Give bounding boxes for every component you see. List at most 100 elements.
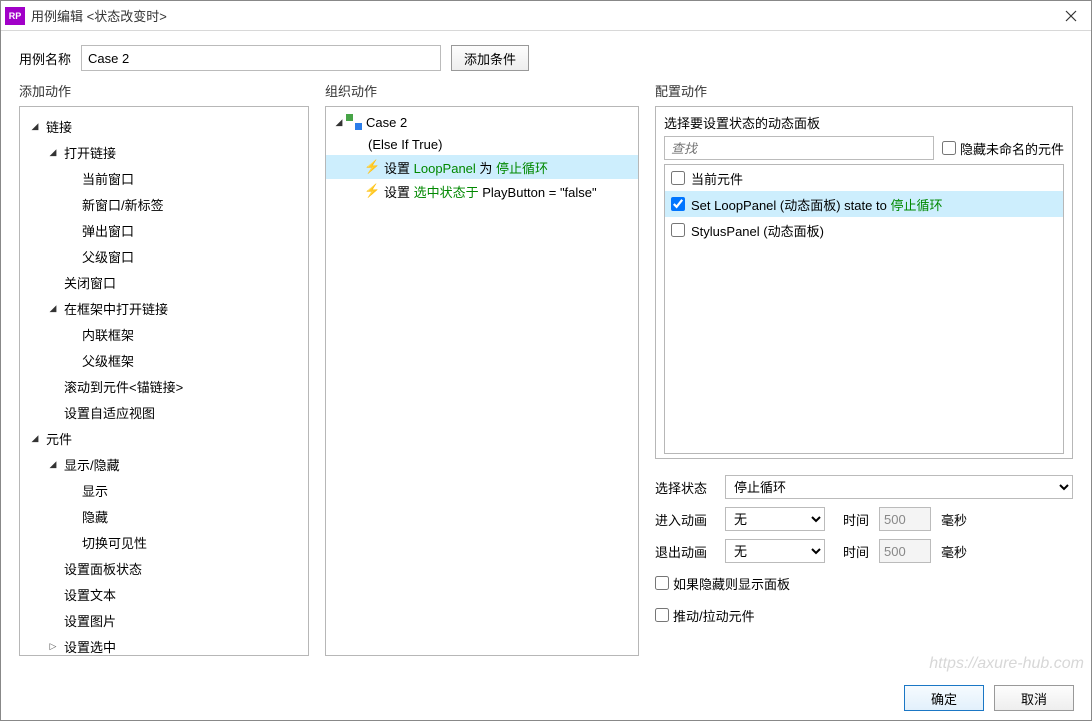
case-name-input[interactable] <box>81 45 441 71</box>
tree-item-label: 链接 <box>46 117 72 136</box>
tree-item[interactable]: 设置图片 <box>20 607 308 633</box>
tree-item[interactable]: 链接 <box>20 113 308 139</box>
tree-item-label: 关闭窗口 <box>64 273 116 292</box>
select-state-label: 选择状态 <box>655 478 715 497</box>
twisty-icon[interactable] <box>46 459 60 470</box>
tree-item[interactable]: 设置面板状态 <box>20 555 308 581</box>
case-action[interactable]: ⚡设置 选中状态于 PlayButton = "false" <box>326 179 638 203</box>
twisty-icon[interactable] <box>46 641 60 652</box>
panel-checkbox[interactable] <box>671 223 685 237</box>
case-condition: (Else If True) <box>326 133 638 155</box>
case-tree-panel: Case 2 (Else If True) ⚡设置 LoopPanel 为 停止… <box>325 106 639 656</box>
cancel-button[interactable]: 取消 <box>994 685 1074 711</box>
close-icon <box>1065 10 1077 22</box>
show-if-hidden-checkbox[interactable]: 如果隐藏则显示面板 <box>655 574 790 593</box>
configure-upper: 选择要设置状态的动态面板 隐藏未命名的元件 当前元件 Set LoopPanel … <box>655 106 1073 459</box>
time-out-input[interactable] <box>879 539 931 563</box>
panel-checkbox[interactable] <box>671 171 685 185</box>
tree-item-label: 设置自适应视图 <box>64 403 155 422</box>
twisty-icon[interactable] <box>46 147 60 158</box>
case-node[interactable]: Case 2 <box>326 111 638 133</box>
tree-item-label: 父级框架 <box>82 351 134 370</box>
search-input[interactable] <box>664 136 934 160</box>
tree-item-label: 打开链接 <box>64 143 116 162</box>
tree-item[interactable]: 关闭窗口 <box>20 269 308 295</box>
twisty-icon[interactable] <box>332 117 346 128</box>
tree-item[interactable]: 设置文本 <box>20 581 308 607</box>
window-title: 用例编辑 <状态改变时> <box>31 6 1051 25</box>
panel-label: StylusPanel (动态面板) <box>691 221 824 240</box>
tree-item[interactable]: 打开链接 <box>20 139 308 165</box>
tree-item-label: 设置面板状态 <box>64 559 142 578</box>
bolt-icon: ⚡ <box>364 159 380 175</box>
select-state-dropdown[interactable]: 停止循环 <box>725 475 1073 499</box>
tree-item[interactable]: 父级窗口 <box>20 243 308 269</box>
ms-label-out: 毫秒 <box>941 542 967 561</box>
watermark: https://axure-hub.com <box>929 655 1084 673</box>
tree-item[interactable]: 设置选中 <box>20 633 308 656</box>
panel-list-item[interactable]: Set LoopPanel (动态面板) state to 停止循环 <box>665 191 1063 217</box>
tree-item-label: 滚动到元件<锚链接> <box>64 377 183 396</box>
bolt-icon: ⚡ <box>364 183 380 199</box>
panel-label: Set LoopPanel (动态面板) state to 停止循环 <box>691 195 942 214</box>
add-action-title: 添加动作 <box>19 81 309 106</box>
hide-unnamed-checkbox[interactable]: 隐藏未命名的元件 <box>942 139 1064 158</box>
tree-item[interactable]: 父级框架 <box>20 347 308 373</box>
tree-item[interactable]: 显示 <box>20 477 308 503</box>
time-label-out: 时间 <box>843 542 869 561</box>
case-icon <box>346 114 362 130</box>
tree-item-label: 设置图片 <box>64 611 116 630</box>
tree-item[interactable]: 在框架中打开链接 <box>20 295 308 321</box>
case-action[interactable]: ⚡设置 LoopPanel 为 停止循环 <box>326 155 638 179</box>
case-name-row: 用例名称 添加条件 <box>1 31 1091 81</box>
panel-list-item[interactable]: 当前元件 <box>665 165 1063 191</box>
tree-item-label: 在框架中打开链接 <box>64 299 168 318</box>
time-label-in: 时间 <box>843 510 869 529</box>
time-in-input[interactable] <box>879 507 931 531</box>
tree-item[interactable]: 当前窗口 <box>20 165 308 191</box>
tree-item[interactable]: 元件 <box>20 425 308 451</box>
ms-label-in: 毫秒 <box>941 510 967 529</box>
action-tree-panel[interactable]: 链接打开链接当前窗口新窗口/新标签弹出窗口父级窗口关闭窗口在框架中打开链接内联框… <box>19 106 309 656</box>
anim-out-dropdown[interactable]: 无 <box>725 539 825 563</box>
organize-title: 组织动作 <box>325 81 639 106</box>
panel-list-item[interactable]: StylusPanel (动态面板) <box>665 217 1063 243</box>
anim-in-dropdown[interactable]: 无 <box>725 507 825 531</box>
tree-item[interactable]: 切换可见性 <box>20 529 308 555</box>
tree-item-label: 显示 <box>82 481 108 500</box>
app-icon: RP <box>5 7 25 25</box>
tree-item-label: 新窗口/新标签 <box>82 195 164 214</box>
tree-item[interactable]: 设置自适应视图 <box>20 399 308 425</box>
tree-item-label: 设置文本 <box>64 585 116 604</box>
case-name: Case 2 <box>366 115 407 130</box>
tree-item-label: 切换可见性 <box>82 533 147 552</box>
tree-item[interactable]: 弹出窗口 <box>20 217 308 243</box>
tree-item[interactable]: 显示/隐藏 <box>20 451 308 477</box>
push-pull-checkbox[interactable]: 推动/拉动元件 <box>655 606 755 625</box>
tree-item-label: 元件 <box>46 429 72 448</box>
close-button[interactable] <box>1051 1 1091 31</box>
configure-header: 选择要设置状态的动态面板 <box>664 113 1064 132</box>
tree-item[interactable]: 隐藏 <box>20 503 308 529</box>
twisty-icon[interactable] <box>46 303 60 314</box>
tree-item-label: 隐藏 <box>82 507 108 526</box>
tree-item-label: 弹出窗口 <box>82 221 134 240</box>
anim-out-label: 退出动画 <box>655 542 715 561</box>
tree-item-label: 当前窗口 <box>82 169 134 188</box>
panel-label: 当前元件 <box>691 169 743 188</box>
panel-checkbox[interactable] <box>671 197 685 211</box>
add-condition-button[interactable]: 添加条件 <box>451 45 529 71</box>
case-name-label: 用例名称 <box>19 49 71 68</box>
twisty-icon[interactable] <box>28 433 42 444</box>
tree-item[interactable]: 内联框架 <box>20 321 308 347</box>
footer: 确定 取消 <box>904 685 1074 711</box>
tree-item[interactable]: 滚动到元件<锚链接> <box>20 373 308 399</box>
twisty-icon[interactable] <box>28 121 42 132</box>
panel-list[interactable]: 当前元件 Set LoopPanel (动态面板) state to 停止循环 St… <box>664 164 1064 454</box>
tree-item-label: 内联框架 <box>82 325 134 344</box>
tree-item[interactable]: 新窗口/新标签 <box>20 191 308 217</box>
tree-item-label: 设置选中 <box>64 637 116 656</box>
title-bar: RP 用例编辑 <状态改变时> <box>1 1 1091 31</box>
tree-item-label: 父级窗口 <box>82 247 134 266</box>
ok-button[interactable]: 确定 <box>904 685 984 711</box>
